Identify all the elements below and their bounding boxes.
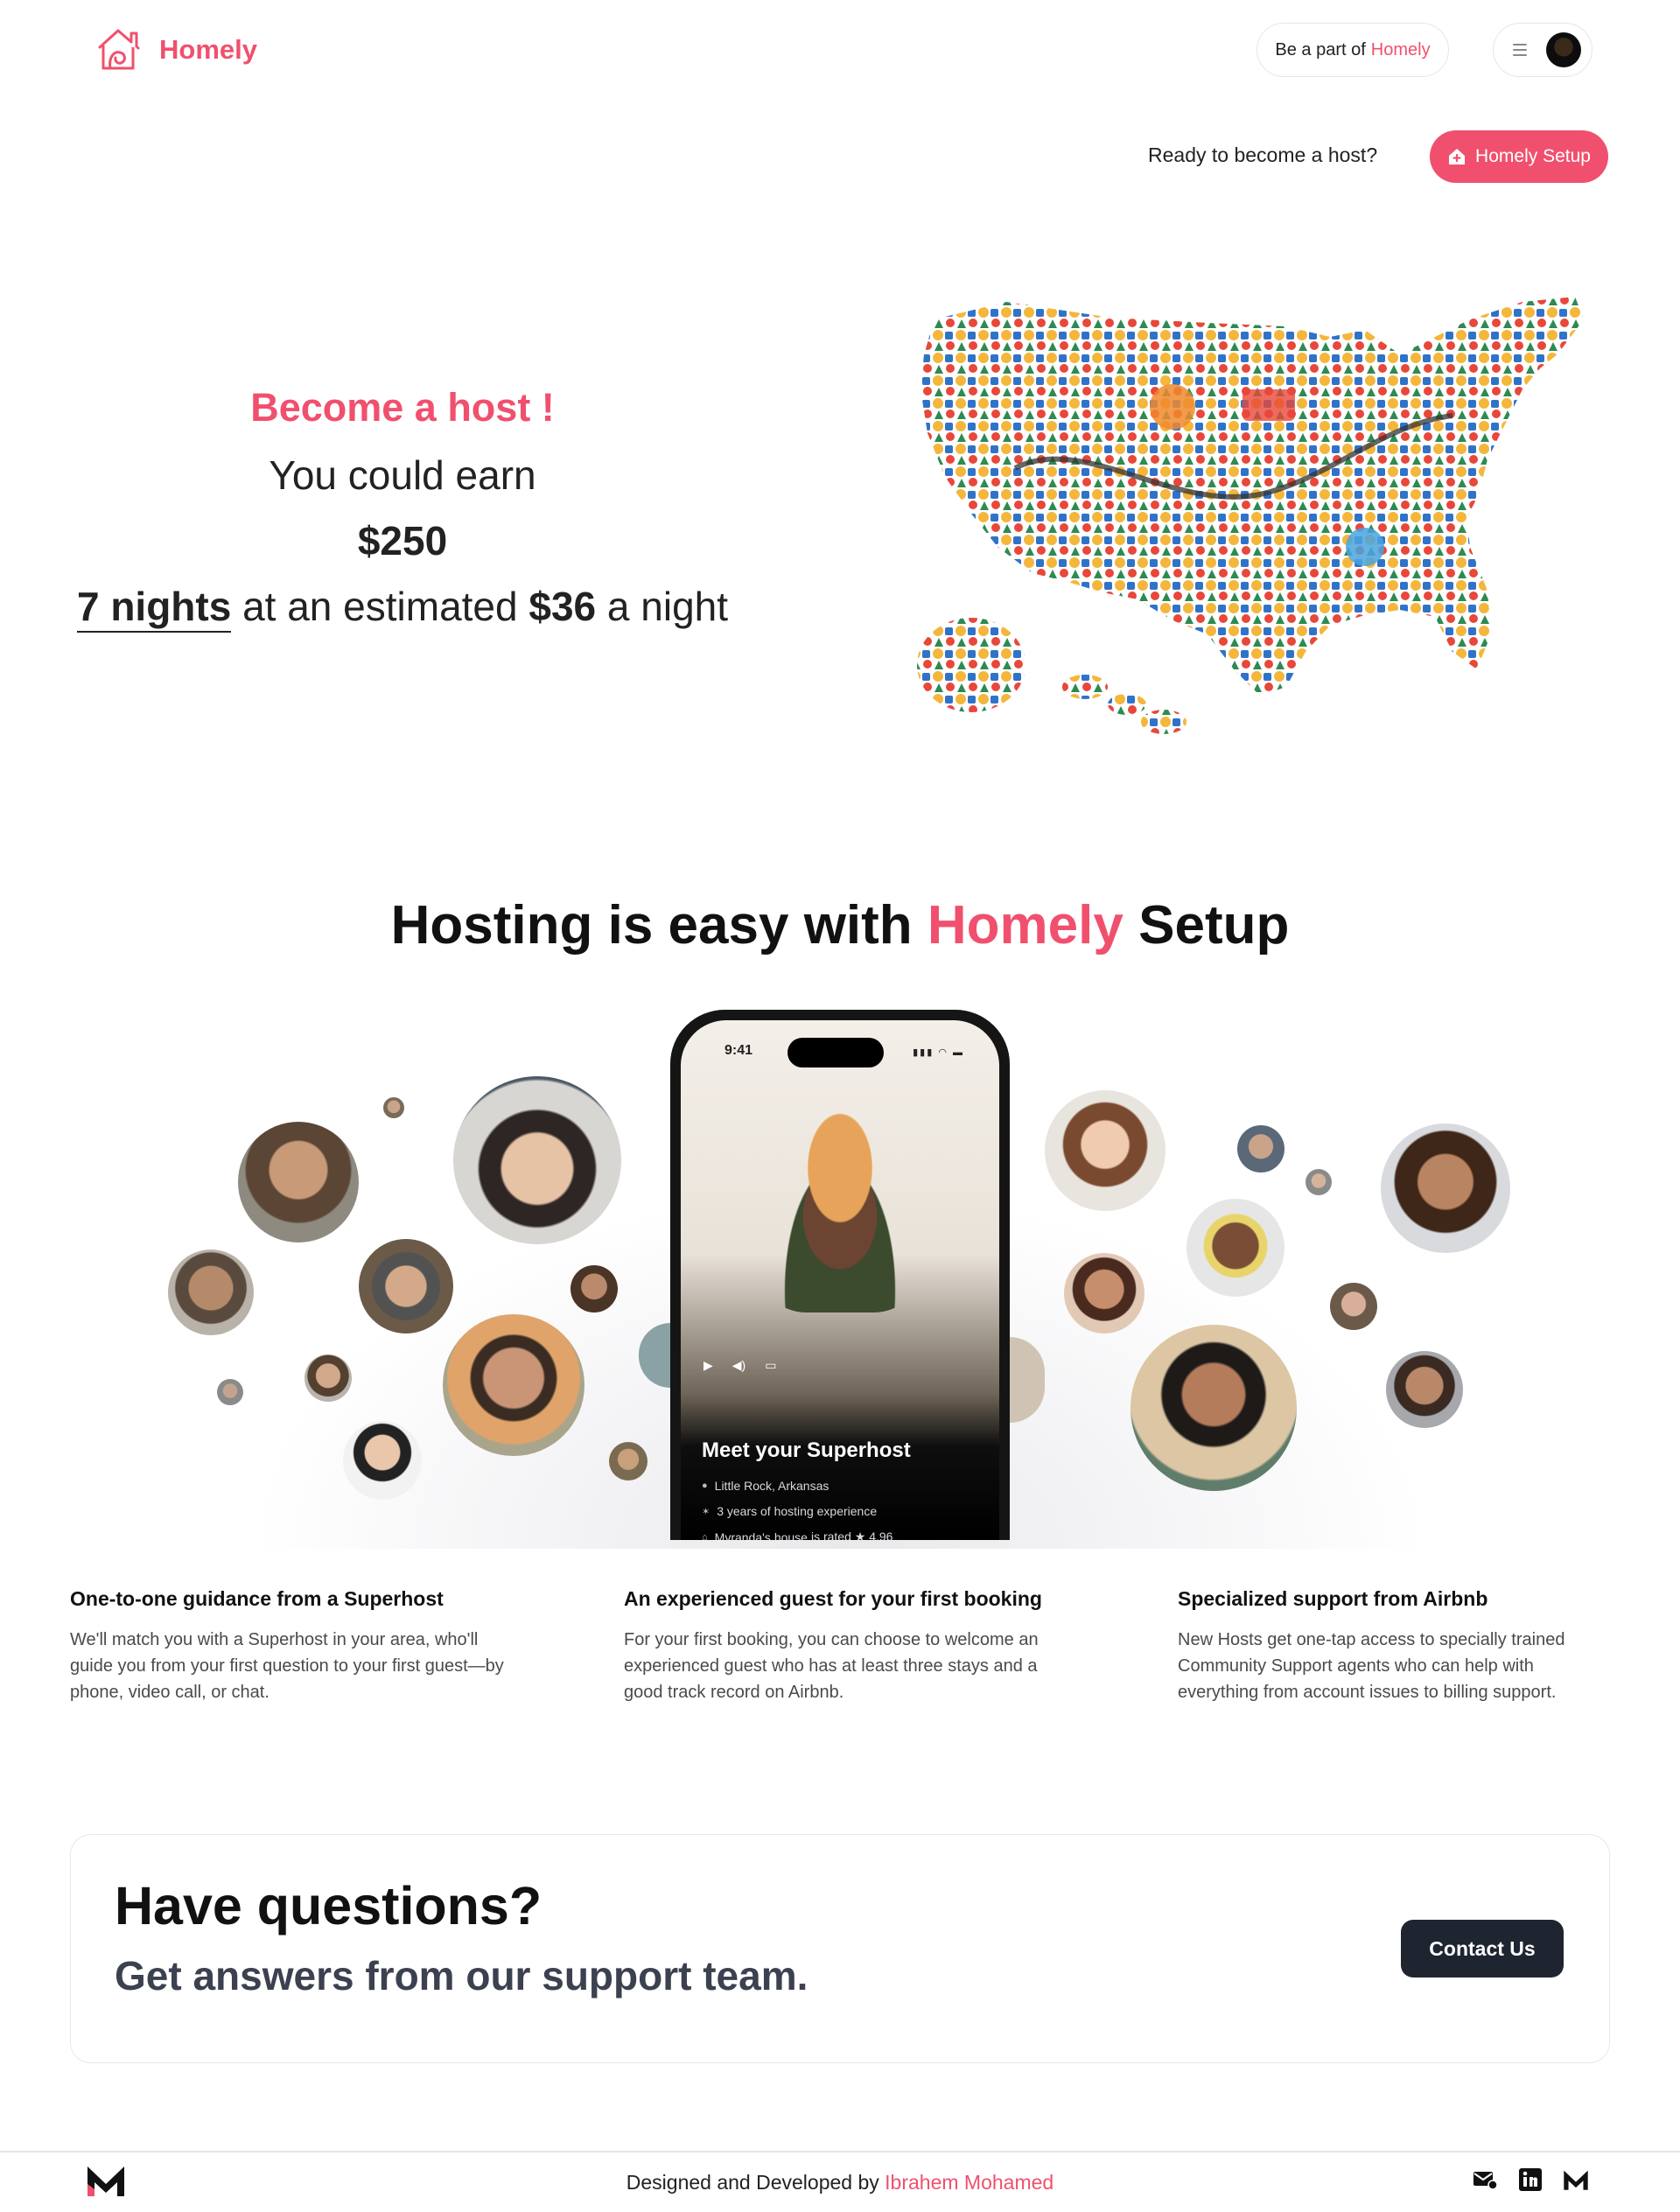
- host-face: [359, 1239, 453, 1334]
- host-face: [238, 1122, 359, 1242]
- host-face: [168, 1250, 254, 1335]
- be-part-button[interactable]: Be a part of Homely: [1256, 23, 1449, 77]
- captions-icon[interactable]: ▭: [765, 1358, 776, 1373]
- host-face: [343, 1421, 422, 1500]
- host-face: [1386, 1351, 1463, 1428]
- us-illustrated-map: [917, 297, 1584, 734]
- host-face: [1045, 1090, 1166, 1211]
- host-face: [304, 1354, 352, 1402]
- host-face: [443, 1314, 584, 1456]
- mail-icon[interactable]: [1472, 2166, 1498, 2193]
- phone-mockup: 9:41 ▮▮▮ ◠ ▬ ▶ ◀) ▭ Meet your Superhost …: [670, 1010, 1010, 1540]
- estimate-text: at an estimated: [242, 584, 518, 629]
- house-plus-icon: [1449, 149, 1466, 164]
- feature-body: We'll match you with a Superhost in your…: [70, 1630, 504, 1702]
- nights-link[interactable]: 7 nights: [76, 584, 232, 633]
- phone-heading: Meet your Superhost: [702, 1438, 911, 1462]
- house-logo-icon: [98, 29, 140, 70]
- feature-title: One-to-one guidance from a Superhost: [70, 1587, 444, 1610]
- host-face: [1306, 1169, 1332, 1195]
- pin-icon: ●: [702, 1480, 708, 1491]
- host-face: [1130, 1325, 1297, 1491]
- credit-name[interactable]: Ibrahem Mohamed: [885, 2171, 1054, 2194]
- homely-logo[interactable]: Homely: [93, 24, 257, 75]
- user-avatar: [1546, 32, 1581, 67]
- footer-social-icons: [1472, 2166, 1589, 2193]
- superhost-portrait: [754, 1094, 926, 1312]
- host-face: [1237, 1125, 1284, 1172]
- host-face: [1330, 1283, 1377, 1330]
- host-face: [217, 1379, 243, 1405]
- rating-prefix: Myranda's: [714, 1530, 771, 1541]
- hero-estimate: 7 nights at an estimated $36 a night: [52, 583, 752, 633]
- price-per-night: $36: [528, 584, 597, 629]
- phone-screen: 9:41 ▮▮▮ ◠ ▬ ▶ ◀) ▭ Meet your Superhost …: [681, 1020, 999, 1540]
- phone-rating-row: ⌂ Myranda's house is rated ★ 4.96: [702, 1530, 892, 1540]
- brand-name: Homely: [159, 34, 257, 65]
- hamburger-icon: [1513, 44, 1527, 56]
- hosting-title: Hosting is easy with Homely Setup: [0, 894, 1680, 956]
- be-part-brand: Homely: [1370, 39, 1431, 60]
- feature-body: For your first booking, you can choose t…: [624, 1630, 1039, 1702]
- host-face: [1186, 1199, 1284, 1297]
- credit-prefix: Designed and Developed by: [626, 2171, 879, 2194]
- host-face: [383, 1097, 404, 1118]
- feature-body: New Hosts get one-tap access to speciall…: [1178, 1630, 1565, 1702]
- host-face: [1064, 1253, 1144, 1334]
- footer-credit: Designed and Developed by Ibrahem Mohame…: [0, 2171, 1680, 2194]
- rating-house-link[interactable]: house: [774, 1530, 808, 1541]
- be-part-label: Be a part of: [1275, 39, 1366, 60]
- signal-wifi-battery-icon: ▮▮▮ ◠ ▬: [913, 1047, 964, 1058]
- host-face: [609, 1442, 648, 1480]
- questions-card: Have questions? Get answers from our sup…: [70, 1834, 1610, 2063]
- feature-title: Specialized support from Airbnb: [1178, 1587, 1488, 1610]
- questions-subtitle: Get answers from our support team.: [115, 1953, 808, 1998]
- hosting-title-prefix: Hosting is easy with: [390, 895, 913, 956]
- homely-setup-label: Homely Setup: [1475, 146, 1591, 166]
- feature-title: An experienced guest for your first book…: [624, 1587, 1042, 1610]
- homely-setup-button[interactable]: Homely Setup: [1430, 130, 1608, 183]
- hero-headline: Become a host !: [250, 385, 555, 430]
- hosting-title-brand: Homely: [927, 895, 1124, 956]
- user-menu-button[interactable]: [1493, 23, 1592, 77]
- host-face: [453, 1076, 621, 1244]
- feature-card: Specialized support from Airbnb New Host…: [1178, 1587, 1615, 1705]
- hero-earn-text: You could earn: [269, 452, 536, 498]
- phone-location-row: ● Little Rock, Arkansas: [702, 1479, 829, 1493]
- home-icon: ⌂: [702, 1531, 708, 1541]
- video-controls: ▶ ◀) ▭: [704, 1358, 776, 1373]
- phone-experience-row: ✶ 3 years of hosting experience: [702, 1504, 877, 1518]
- host-face: [570, 1265, 618, 1312]
- hero-amount: $250: [357, 518, 448, 564]
- contact-us-button[interactable]: Contact Us: [1401, 1920, 1564, 1978]
- phone-experience: 3 years of hosting experience: [717, 1504, 878, 1518]
- play-icon[interactable]: ▶: [704, 1358, 713, 1373]
- rating-suffix: is rated ★ 4.96: [810, 1530, 893, 1540]
- dynamic-island: [788, 1038, 884, 1068]
- hosting-title-suffix: Setup: [1138, 895, 1290, 956]
- phone-time: 9:41: [724, 1043, 753, 1058]
- phone-location: Little Rock, Arkansas: [714, 1479, 830, 1493]
- feature-card: An experienced guest for your first book…: [624, 1587, 1061, 1705]
- feature-card: One-to-one guidance from a Superhost We'…: [70, 1587, 508, 1705]
- host-face: [1381, 1124, 1510, 1253]
- linkedin-icon[interactable]: [1517, 2166, 1544, 2193]
- medal-icon: ✶: [702, 1506, 710, 1517]
- night-suffix: a night: [606, 584, 729, 629]
- m-logo-icon[interactable]: [1563, 2166, 1589, 2193]
- volume-icon[interactable]: ◀): [732, 1358, 746, 1373]
- questions-title: Have questions?: [115, 1876, 542, 1936]
- ready-text: Ready to become a host?: [1148, 144, 1378, 166]
- footer-divider: [0, 2151, 1680, 2152]
